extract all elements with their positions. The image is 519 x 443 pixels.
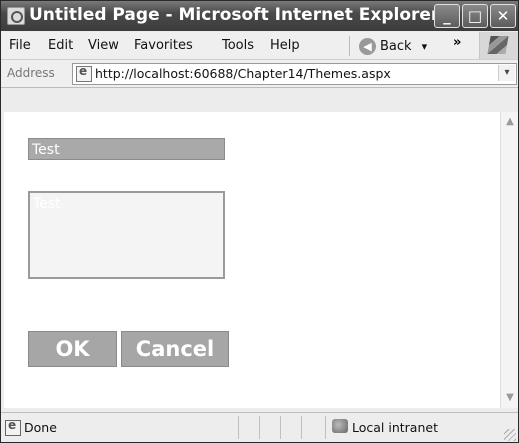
window-title: Untitled Page - Microsoft Internet Explo… bbox=[29, 5, 440, 25]
menu-view[interactable]: View bbox=[88, 38, 119, 53]
status-divider bbox=[238, 416, 239, 439]
status-divider bbox=[280, 416, 281, 439]
back-label: Back bbox=[380, 38, 412, 54]
cancel-button[interactable]: Cancel bbox=[121, 331, 229, 367]
page-icon bbox=[76, 64, 92, 82]
menu-tools[interactable]: Tools bbox=[222, 38, 254, 53]
back-button[interactable]: ◀ Back ▾ bbox=[359, 35, 427, 57]
ie-logo-icon bbox=[7, 7, 25, 25]
windows-logo bbox=[479, 32, 518, 59]
address-bar: Address http://localhost:60688/Chapter14… bbox=[1, 60, 518, 88]
address-input[interactable]: http://localhost:60688/Chapter14/Themes.… bbox=[72, 63, 517, 85]
scroll-down-icon[interactable]: ▼ bbox=[502, 390, 518, 406]
status-text: Done bbox=[24, 420, 57, 435]
windows-flag-icon bbox=[487, 36, 509, 54]
test-textbox[interactable]: Test bbox=[28, 138, 225, 160]
address-label: Address bbox=[7, 66, 55, 80]
menu-help[interactable]: Help bbox=[270, 38, 300, 53]
status-divider bbox=[325, 416, 326, 439]
address-url[interactable]: http://localhost:60688/Chapter14/Themes.… bbox=[95, 66, 391, 81]
browser-window: Untitled Page - Microsoft Internet Explo… bbox=[0, 0, 519, 443]
status-page-icon bbox=[5, 418, 21, 436]
security-zone: Local intranet bbox=[352, 420, 438, 435]
title-bar: Untitled Page - Microsoft Internet Explo… bbox=[1, 1, 518, 31]
menu-file[interactable]: File bbox=[9, 38, 31, 53]
scroll-up-icon[interactable]: ▲ bbox=[502, 114, 518, 130]
vertical-scrollbar[interactable]: ▲ ▼ bbox=[500, 112, 518, 408]
minimize-button[interactable]: _ bbox=[434, 4, 460, 28]
ok-button[interactable]: OK bbox=[28, 331, 117, 367]
intranet-zone-icon bbox=[332, 419, 348, 433]
status-bar: Done Local intranet bbox=[1, 412, 518, 442]
menu-separator bbox=[349, 36, 350, 56]
menu-edit[interactable]: Edit bbox=[48, 38, 73, 53]
maximize-button[interactable]: □ bbox=[462, 4, 488, 28]
address-dropdown-icon[interactable]: ▾ bbox=[498, 65, 515, 81]
toolbar-overflow-chevron[interactable]: » bbox=[453, 35, 461, 50]
menu-bar: File Edit View Favorites Tools Help ◀ Ba… bbox=[1, 32, 518, 60]
back-dropdown-icon[interactable]: ▾ bbox=[422, 40, 428, 53]
menu-favorites[interactable]: Favorites bbox=[134, 38, 193, 53]
status-divider bbox=[301, 416, 302, 439]
test-textarea[interactable]: Test bbox=[28, 191, 225, 279]
close-button[interactable]: ✕ bbox=[490, 4, 516, 28]
status-divider bbox=[259, 416, 260, 439]
page-content: Test Test OK Cancel bbox=[4, 112, 500, 408]
back-arrow-icon: ◀ bbox=[359, 37, 376, 55]
resize-grip-icon[interactable] bbox=[504, 429, 516, 441]
